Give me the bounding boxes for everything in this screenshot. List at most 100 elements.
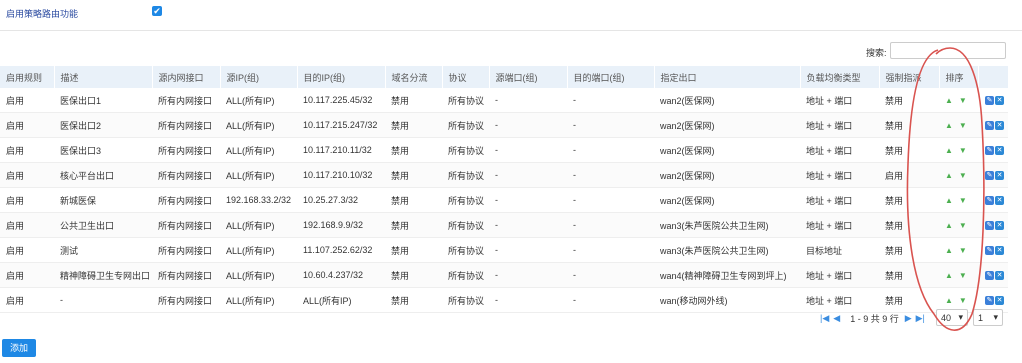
- table-cell: 10.117.225.45/32: [297, 88, 385, 113]
- table-cell: 192.168.33.2/32: [220, 187, 297, 213]
- action-cell: ✎ ✕: [978, 162, 1008, 188]
- delete-icon[interactable]: ✕: [995, 196, 1004, 206]
- table-cell: 启用: [0, 88, 54, 113]
- page-size-select[interactable]: 40 ▾: [936, 309, 968, 326]
- table-cell: ALL(所有IP): [220, 262, 297, 288]
- next-page-icon[interactable]: ▶: [905, 313, 912, 324]
- table-cell: 新城医保: [54, 187, 152, 213]
- column-header[interactable]: 源IP(组): [220, 66, 298, 88]
- table-cell: wan2(医保网): [654, 112, 800, 138]
- delete-icon[interactable]: ✕: [995, 171, 1004, 181]
- table-cell: 所有内网接口: [152, 237, 220, 263]
- table-cell: -: [567, 212, 654, 238]
- column-header[interactable]: 排序: [939, 66, 979, 88]
- sort-cell: ▲ ▼: [939, 137, 978, 163]
- down-arrow-icon[interactable]: ▼: [959, 196, 967, 205]
- prev-page-icon[interactable]: ◀: [833, 313, 840, 324]
- column-header[interactable]: 描述: [54, 66, 153, 88]
- delete-icon[interactable]: ✕: [995, 271, 1004, 281]
- table-cell: ALL(所有IP): [220, 112, 297, 138]
- up-arrow-icon[interactable]: ▲: [945, 246, 953, 255]
- edit-icon[interactable]: ✎: [985, 171, 994, 181]
- edit-icon[interactable]: ✎: [985, 121, 994, 131]
- edit-icon[interactable]: ✎: [985, 246, 994, 256]
- edit-icon[interactable]: ✎: [985, 296, 994, 306]
- delete-icon[interactable]: ✕: [995, 246, 1004, 256]
- delete-icon[interactable]: ✕: [995, 221, 1004, 231]
- delete-icon[interactable]: ✕: [995, 121, 1004, 131]
- table-cell: -: [489, 137, 567, 163]
- table-cell: 10.60.4.237/32: [297, 262, 385, 288]
- table-cell: 所有协议: [442, 137, 489, 163]
- table-cell: 10.25.27.3/32: [297, 187, 385, 213]
- first-page-icon[interactable]: |◀: [820, 313, 829, 324]
- enable-policy-routing-checkbox[interactable]: ✔: [152, 6, 162, 16]
- table-row[interactable]: 启用 核心平台出口 所有内网接口 ALL(所有IP) 10.117.210.10/32 禁…: [0, 162, 1008, 188]
- table-cell: 禁用: [385, 112, 442, 138]
- column-header[interactable]: 指定出口: [654, 66, 801, 88]
- delete-icon[interactable]: ✕: [995, 296, 1004, 306]
- last-page-icon[interactable]: ▶|: [916, 313, 925, 324]
- column-header[interactable]: 源内网接口: [152, 66, 221, 88]
- down-arrow-icon[interactable]: ▼: [959, 96, 967, 105]
- table-cell: -: [567, 112, 654, 138]
- down-arrow-icon[interactable]: ▼: [959, 296, 967, 305]
- down-arrow-icon[interactable]: ▼: [959, 171, 967, 180]
- down-arrow-icon[interactable]: ▼: [959, 246, 967, 255]
- down-arrow-icon[interactable]: ▼: [959, 146, 967, 155]
- down-arrow-icon[interactable]: ▼: [959, 271, 967, 280]
- add-button[interactable]: 添加: [2, 339, 36, 357]
- up-arrow-icon[interactable]: ▲: [945, 96, 953, 105]
- column-header[interactable]: 启用规则: [0, 66, 55, 88]
- table-row[interactable]: 启用 医保出口1 所有内网接口 ALL(所有IP) 10.117.225.45/32 禁用…: [0, 88, 1008, 113]
- edit-icon[interactable]: ✎: [985, 146, 994, 156]
- table-row[interactable]: 启用 新城医保 所有内网接口 192.168.33.2/32 10.25.27.3/32…: [0, 187, 1008, 213]
- table-cell: ALL(所有IP): [220, 287, 297, 313]
- up-arrow-icon[interactable]: ▲: [945, 196, 953, 205]
- down-arrow-icon[interactable]: ▼: [959, 221, 967, 230]
- column-header[interactable]: 协议: [442, 66, 490, 88]
- column-header[interactable]: [978, 66, 1009, 88]
- down-arrow-icon[interactable]: ▼: [959, 121, 967, 130]
- table-cell: -: [489, 187, 567, 213]
- column-header[interactable]: 源端口(组): [489, 66, 568, 88]
- table-row[interactable]: 启用 - 所有内网接口 ALL(所有IP) ALL(所有IP) 禁用 所有协议 - - wan(移…: [0, 287, 1008, 313]
- column-header[interactable]: 强制指派: [879, 66, 940, 88]
- up-arrow-icon[interactable]: ▲: [945, 296, 953, 305]
- edit-icon[interactable]: ✎: [985, 196, 994, 206]
- table-cell: 192.168.9.9/32: [297, 212, 385, 238]
- table-row[interactable]: 启用 医保出口3 所有内网接口 ALL(所有IP) 10.117.210.11/32 禁用…: [0, 137, 1008, 163]
- table-cell: 启用: [0, 287, 54, 313]
- action-cell: ✎ ✕: [978, 88, 1008, 113]
- table-cell: 禁用: [385, 212, 442, 238]
- up-arrow-icon[interactable]: ▲: [945, 146, 953, 155]
- column-header[interactable]: 目的IP(组): [297, 66, 386, 88]
- table-cell: -: [489, 88, 567, 113]
- edit-icon[interactable]: ✎: [985, 271, 994, 281]
- up-arrow-icon[interactable]: ▲: [945, 221, 953, 230]
- action-cell: ✎ ✕: [978, 212, 1008, 238]
- up-arrow-icon[interactable]: ▲: [945, 271, 953, 280]
- page-number-select[interactable]: 1 ▾: [973, 309, 1003, 326]
- delete-icon[interactable]: ✕: [995, 146, 1004, 156]
- table-row[interactable]: 启用 测试 所有内网接口 ALL(所有IP) 11.107.252.62/32 禁用 所有协…: [0, 237, 1008, 263]
- table-cell: -: [567, 287, 654, 313]
- column-header[interactable]: 目的端口(组): [567, 66, 655, 88]
- table-row[interactable]: 启用 公共卫生出口 所有内网接口 ALL(所有IP) 192.168.9.9/32 禁用所…: [0, 212, 1008, 238]
- up-arrow-icon[interactable]: ▲: [945, 171, 953, 180]
- table-cell: -: [489, 287, 567, 313]
- table-cell: -: [567, 88, 654, 113]
- up-arrow-icon[interactable]: ▲: [945, 121, 953, 130]
- column-header[interactable]: 负载均衡类型: [800, 66, 880, 88]
- table-cell: -: [489, 262, 567, 288]
- table-row[interactable]: 启用 精神障碍卫生专网出口 所有内网接口 ALL(所有IP) 10.60.4.237/3…: [0, 262, 1008, 288]
- edit-icon[interactable]: ✎: [985, 221, 994, 231]
- search-input[interactable]: [890, 42, 1006, 59]
- table-cell: ALL(所有IP): [220, 212, 297, 238]
- table-cell: 医保出口3: [54, 137, 152, 163]
- delete-icon[interactable]: ✕: [995, 96, 1004, 106]
- edit-icon[interactable]: ✎: [985, 96, 994, 106]
- column-header[interactable]: 域名分流: [385, 66, 443, 88]
- table-cell: 地址 + 端口: [800, 162, 879, 188]
- table-row[interactable]: 启用 医保出口2 所有内网接口 ALL(所有IP) 10.117.215.247/32 禁…: [0, 112, 1008, 138]
